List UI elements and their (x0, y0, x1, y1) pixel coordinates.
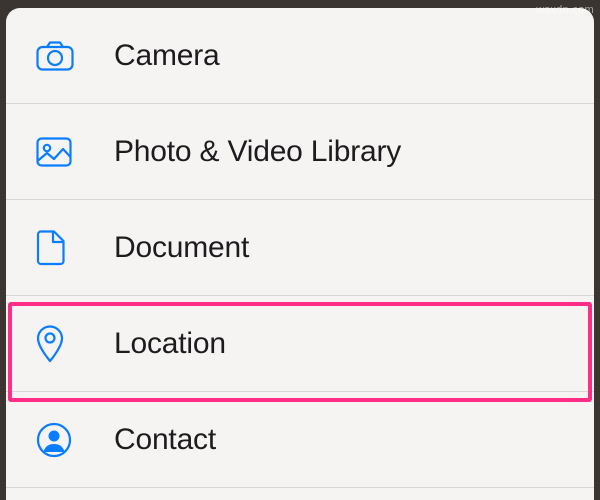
menu-item-label: Photo & Video Library (114, 135, 401, 169)
action-sheet: Camera Photo & Video Library Document (6, 8, 594, 500)
menu-item-label: Contact (114, 423, 216, 457)
menu-item-photo-video[interactable]: Photo & Video Library (6, 104, 594, 200)
location-pin-icon (36, 325, 86, 363)
menu-item-document[interactable]: Document (6, 200, 594, 296)
menu-item-camera[interactable]: Camera (6, 8, 594, 104)
watermark-text: wsxdn.com (536, 4, 594, 16)
document-icon (36, 230, 86, 266)
menu-item-label: Location (114, 327, 226, 361)
menu-item-contact[interactable]: Contact (6, 392, 594, 488)
contact-icon (36, 422, 86, 458)
menu-item-location[interactable]: Location (6, 296, 594, 392)
menu-item-label: Document (114, 231, 249, 265)
photo-icon (36, 137, 86, 167)
camera-icon (36, 41, 86, 71)
menu-item-label: Camera (114, 39, 220, 73)
